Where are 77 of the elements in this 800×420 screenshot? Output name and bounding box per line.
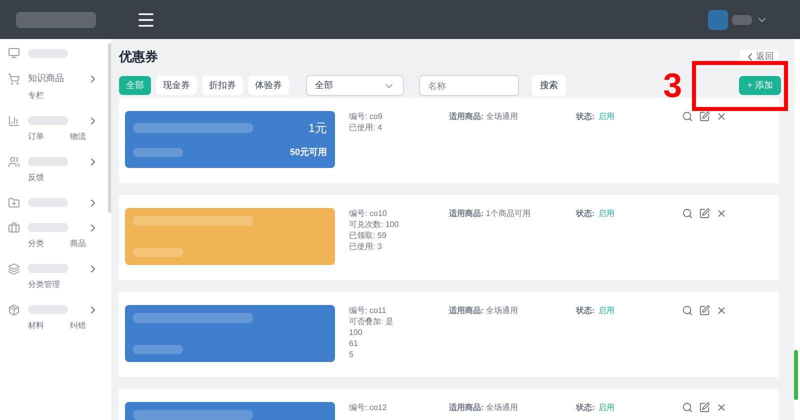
filter-tab[interactable]: 全部: [119, 76, 151, 95]
box-icon: [8, 304, 20, 316]
coupon-detail: 已领取: 59: [349, 230, 388, 240]
coupon-condition: 50元可用: [290, 146, 327, 159]
sidebar-subitem[interactable]: 订单: [28, 130, 44, 142]
add-button[interactable]: + 添加: [739, 76, 781, 95]
search-icon[interactable]: [682, 110, 693, 122]
close-icon[interactable]: [716, 110, 727, 122]
applicable-goods: 适用商品: 全场通用: [449, 110, 519, 122]
coupon-detail: 已使用: 3: [349, 240, 383, 252]
close-icon[interactable]: [716, 304, 727, 316]
coupon-detail: 5: [349, 348, 354, 360]
status-label: 状态:: [576, 208, 595, 218]
coupon-detail: 已使用: 4: [349, 122, 383, 132]
coupon-detail: 编号: co12: [349, 402, 388, 412]
name-input[interactable]: 名称: [419, 75, 519, 96]
sidebar-subitem[interactable]: 反馈: [28, 172, 44, 184]
cart-icon: [8, 72, 20, 85]
status-label: 状态:: [576, 402, 595, 412]
search-icon[interactable]: [682, 304, 693, 316]
blurred-block: [28, 223, 68, 232]
coupon-detail: 编号: co9: [349, 110, 384, 122]
coupon-detail: 可兑次数: 100: [349, 218, 400, 230]
applicable-goods: 适用商品: 全场通用: [449, 402, 519, 412]
edit-icon[interactable]: [698, 304, 710, 316]
monitor-icon: [8, 47, 20, 59]
sidebar-subitem[interactable]: 材料: [28, 320, 44, 332]
status-value: 启用: [598, 402, 616, 412]
bar-chart-icon: [8, 114, 20, 126]
close-icon[interactable]: [716, 208, 727, 218]
status-value: 启用: [598, 110, 616, 122]
coupon-detail: 编号: co10: [349, 208, 388, 218]
blurred-block: [28, 48, 68, 58]
filter-tab[interactable]: 体验券: [248, 76, 289, 95]
blurred-block: [133, 344, 183, 354]
page-title: 优惠券: [119, 48, 158, 66]
sidebar-subitem[interactable]: 专栏: [28, 90, 44, 102]
edit-icon[interactable]: [698, 402, 710, 412]
status-value: 启用: [598, 208, 616, 218]
coupon-detail: 编号: co11: [349, 304, 388, 316]
type-select[interactable]: 全部: [306, 75, 404, 96]
sidebar-subitem[interactable]: 分类: [28, 238, 44, 250]
blurred-block: [28, 264, 68, 273]
blurred-block: [28, 116, 68, 125]
blurred-block: [28, 198, 68, 207]
sidebar-subitem[interactable]: 物流: [70, 130, 86, 142]
close-icon[interactable]: [716, 402, 727, 412]
sidebar-subitem[interactable]: 分类管理: [28, 278, 60, 290]
status-label: 状态:: [576, 304, 595, 316]
applicable-goods: 适用商品: 全场通用: [449, 304, 519, 316]
search-button[interactable]: 搜索: [532, 75, 566, 96]
folder-plus-icon: [8, 196, 20, 208]
filter-tab[interactable]: 折扣券: [202, 76, 243, 95]
edit-icon[interactable]: [698, 208, 710, 218]
coupon-amount: 1元: [308, 120, 327, 136]
status-label: 状态:: [576, 110, 595, 122]
status-value: 启用: [598, 304, 616, 316]
briefcase-icon: [8, 222, 20, 234]
blurred-block: [28, 305, 68, 314]
filter-tab[interactable]: 现金券: [156, 76, 197, 95]
applicable-goods: 适用商品: 1个商品可用: [449, 208, 532, 218]
search-icon[interactable]: [682, 208, 693, 218]
sidebar-subitem[interactable]: 商品: [70, 238, 86, 250]
annotation-number: 3: [663, 68, 682, 102]
blurred-block: [133, 248, 183, 256]
edit-icon[interactable]: [698, 110, 710, 122]
coupon-detail: 100: [349, 326, 364, 338]
coupon-detail: 61: [349, 338, 359, 348]
blurred-block: [732, 14, 752, 24]
layers-icon: [8, 262, 20, 274]
coupon-detail: 可否叠加: 是: [349, 316, 394, 326]
sidebar-item[interactable]: 知识商品: [28, 72, 64, 86]
blurred-block: [133, 148, 183, 158]
users-icon: [8, 156, 20, 168]
search-icon[interactable]: [682, 402, 693, 412]
sidebar-subitem[interactable]: 纠错: [70, 320, 86, 332]
blurred-block: [28, 157, 68, 166]
